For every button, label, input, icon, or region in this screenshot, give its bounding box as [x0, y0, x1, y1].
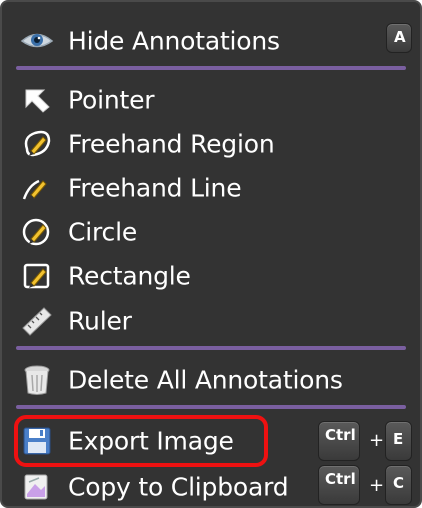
shortcut-key-ctrl: Ctrl [318, 421, 360, 461]
rectangle-tool-icon [20, 261, 54, 291]
menu-divider [16, 346, 406, 350]
shortcut-plus: + [369, 430, 385, 451]
menu-item-label: Copy to Clipboard [68, 472, 289, 502]
menu-item-ruler[interactable]: Ruler [2, 301, 420, 341]
shortcut-key-ctrl: Ctrl [318, 465, 360, 505]
circle-tool-icon [20, 217, 54, 247]
menu-item-circle[interactable]: Circle [2, 212, 420, 252]
menu-item-freehand-line[interactable]: Freehand Line [2, 168, 420, 208]
freehand-region-icon [20, 129, 54, 159]
ruler-icon [20, 306, 54, 336]
menu-item-freehand-region[interactable]: Freehand Region [2, 124, 420, 164]
freehand-line-icon [20, 173, 54, 203]
menu-divider [16, 405, 406, 409]
menu-item-label: Rectangle [68, 261, 191, 291]
menu-item-label: Freehand Line [68, 173, 242, 203]
clipboard-copy-icon [20, 472, 54, 502]
shortcut-key-e: E [385, 421, 412, 461]
pointer-arrow-icon [20, 85, 54, 115]
shortcut-plus: + [369, 475, 385, 496]
menu-item-label: Ruler [68, 306, 132, 336]
menu-divider [16, 66, 406, 70]
annotation-context-menu: Hide Annotations A Pointer Freehand Regi… [0, 0, 422, 508]
menu-item-copy-to-clipboard[interactable]: Copy to Clipboard Ctrl + C [2, 465, 420, 507]
shortcut-key-c: C [385, 465, 412, 505]
shortcut-key-a: A [386, 23, 412, 53]
menu-item-label: Circle [68, 217, 138, 247]
menu-item-label: Freehand Region [68, 129, 275, 159]
menu-item-label: Pointer [68, 85, 155, 115]
menu-item-delete-all-annotations[interactable]: Delete All Annotations [2, 360, 420, 400]
menu-item-label: Delete All Annotations [68, 365, 343, 395]
menu-item-rectangle[interactable]: Rectangle [2, 256, 420, 296]
menu-item-hide-annotations[interactable]: Hide Annotations A [2, 21, 420, 61]
menu-item-pointer[interactable]: Pointer [2, 80, 420, 120]
eye-icon [20, 26, 54, 56]
menu-item-label: Hide Annotations [68, 26, 280, 56]
trash-icon [20, 365, 54, 395]
red-highlight-box [14, 415, 268, 467]
